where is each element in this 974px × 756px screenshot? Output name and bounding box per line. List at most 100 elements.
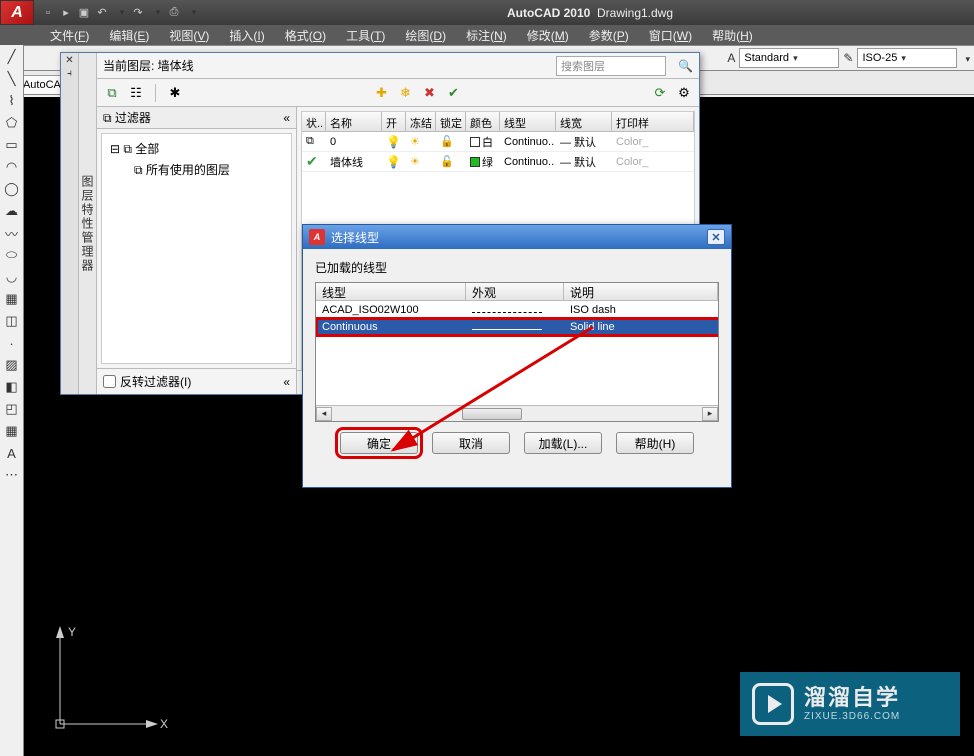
hatch-icon[interactable]: ▨ — [2, 355, 22, 375]
filter-tree[interactable]: ⊟ ⧉ 全部 ⧉ 所有使用的图层 — [101, 133, 292, 364]
arc-icon[interactable]: ◠ — [2, 157, 22, 177]
layer-row[interactable]: ⧉0💡☀🔓 白Continuo...— 默认Color_ — [302, 132, 694, 152]
layer-col-header[interactable]: 颜色 — [466, 112, 500, 131]
scroll-right-icon[interactable]: ▸ — [702, 407, 718, 421]
qat-undo-icon[interactable]: ↶ — [94, 5, 110, 21]
spline-icon[interactable]: 〰 — [2, 223, 22, 243]
app-logo[interactable]: A — [0, 0, 34, 25]
rectangle-icon[interactable]: ▭ — [2, 135, 22, 155]
cancel-button[interactable]: 取消 — [432, 432, 510, 454]
watermark-play-icon — [752, 683, 794, 725]
menu-f[interactable]: 文件(F) — [40, 25, 99, 46]
loaded-linetypes-label: 已加载的线型 — [315, 259, 719, 276]
dimstyle-icon[interactable]: ✎ — [843, 51, 853, 65]
mtext-icon[interactable]: A — [2, 443, 22, 463]
linetype-row[interactable]: ACAD_ISO02W100ISO dash — [316, 301, 718, 318]
new-filter-icon[interactable]: ✱ — [166, 84, 184, 102]
menu-o[interactable]: 格式(O) — [275, 25, 336, 46]
insert-icon[interactable]: ▦ — [2, 289, 22, 309]
xline-icon[interactable]: ╲ — [2, 69, 22, 89]
qat-print-icon[interactable]: ⎙ — [166, 5, 182, 21]
layer-states-icon[interactable]: ☷ — [127, 84, 145, 102]
menu-m[interactable]: 修改(M) — [517, 25, 579, 46]
layer-col-header[interactable]: 名称 — [326, 112, 382, 131]
more-icon[interactable]: ⋯ — [2, 465, 22, 485]
polygon-icon[interactable]: ⬠ — [2, 113, 22, 133]
list-hscrollbar[interactable]: ◂ ▸ — [316, 405, 718, 421]
set-current-icon[interactable]: ✔ — [445, 84, 463, 102]
filter-collapse-icon[interactable]: « — [283, 111, 290, 125]
filter-collapse2-icon[interactable]: « — [283, 375, 290, 389]
qat-redo-dd[interactable] — [148, 5, 164, 21]
ok-button[interactable]: 确定 — [340, 432, 418, 454]
qat-open-icon[interactable]: ▸ — [58, 5, 74, 21]
draw-toolbar: ╱ ╲ ⌇ ⬠ ▭ ◠ ◯ ☁ 〰 ⬭ ◡ ▦ ◫ · ▨ ◧ ◰ ▦ A ⋯ — [0, 45, 24, 756]
menu-d[interactable]: 绘图(D) — [395, 25, 456, 46]
scroll-thumb[interactable] — [462, 408, 522, 420]
invert-filter-label: 反转过滤器(I) — [120, 373, 191, 390]
load-button[interactable]: 加载(L)... — [524, 432, 602, 454]
linetype-list[interactable]: 线型外观说明 ACAD_ISO02W100ISO dashContinuousS… — [315, 282, 719, 422]
layer-search-input[interactable]: 搜索图层 — [556, 56, 666, 76]
ellipsearc-icon[interactable]: ◡ — [2, 267, 22, 287]
menu-e[interactable]: 编辑(E) — [99, 25, 159, 46]
block-icon[interactable]: ◫ — [2, 311, 22, 331]
tool-row-more[interactable] — [961, 51, 970, 65]
layer-col-header[interactable]: 状.. — [302, 112, 326, 131]
palette-close-icon[interactable]: ✕ — [65, 55, 73, 66]
new-layer-icon[interactable]: ⧉ — [103, 84, 121, 102]
dialog-close-icon[interactable]: ✕ — [707, 229, 725, 245]
palette-close-bar: ✕ ⫞ — [61, 53, 79, 394]
style-a-icon[interactable]: A — [727, 51, 735, 65]
ellipse-icon[interactable]: ⬭ — [2, 245, 22, 265]
point-icon[interactable]: · — [2, 333, 22, 353]
qat-undo-dd[interactable] — [112, 5, 128, 21]
help-button[interactable]: 帮助(H) — [616, 432, 694, 454]
polyline-icon[interactable]: ⌇ — [2, 91, 22, 111]
dialog-title: 选择线型 — [331, 229, 379, 246]
qat-redo-icon[interactable]: ↷ — [130, 5, 146, 21]
menu-p[interactable]: 参数(P) — [579, 25, 639, 46]
delete-layer-icon[interactable]: ✖ — [421, 84, 439, 102]
menu-n[interactable]: 标注(N) — [456, 25, 517, 46]
settings-icon[interactable]: ⚙ — [675, 84, 693, 102]
layer-col-header[interactable]: 线型 — [500, 112, 556, 131]
qat-new-icon[interactable]: ▫ — [40, 5, 56, 21]
refresh-icon[interactable]: ⟳ — [651, 84, 669, 102]
menu-w[interactable]: 窗口(W) — [639, 25, 702, 46]
menu-t[interactable]: 工具(T) — [336, 25, 395, 46]
palette-pin-icon[interactable]: ⫞ — [67, 68, 72, 79]
dim-style-dropdown[interactable]: ISO-25 — [857, 48, 957, 68]
layer-col-header[interactable]: 线宽 — [556, 112, 612, 131]
layer-col-header[interactable]: 锁定 — [436, 112, 466, 131]
qat-more[interactable] — [184, 5, 200, 21]
menu-v[interactable]: 视图(V) — [159, 25, 219, 46]
palette-handle[interactable]: 图层特性管理器 — [79, 53, 97, 394]
ucs-icon: Y X — [40, 614, 170, 744]
layer-col-header[interactable]: 开 — [382, 112, 406, 131]
line-icon[interactable]: ╱ — [2, 47, 22, 67]
revcloud-icon[interactable]: ☁ — [2, 201, 22, 221]
gradient-icon[interactable]: ◧ — [2, 377, 22, 397]
new-layer2-icon[interactable]: ✚ — [373, 84, 391, 102]
menu-h[interactable]: 帮助(H) — [702, 25, 763, 46]
linetype-row[interactable]: ContinuousSolid line — [316, 318, 718, 335]
linetype-col-header[interactable]: 外观 — [466, 283, 564, 300]
search-icon[interactable]: 🔍 — [678, 59, 693, 73]
linetype-col-header[interactable]: 说明 — [564, 283, 718, 300]
text-style-dropdown[interactable]: Standard — [739, 48, 839, 68]
layer-col-header[interactable]: 冻结 — [406, 112, 436, 131]
region-icon[interactable]: ◰ — [2, 399, 22, 419]
freeze-layer-icon[interactable]: ❄ — [397, 84, 415, 102]
layer-col-header[interactable]: 打印样 — [612, 112, 694, 131]
invert-filter-checkbox[interactable] — [103, 375, 116, 388]
dialog-titlebar[interactable]: A 选择线型 ✕ — [303, 225, 731, 249]
layer-row[interactable]: ✔墙体线💡☀🔓 绿Continuo...— 默认Color_ — [302, 152, 694, 172]
qat-save-icon[interactable]: ▣ — [76, 5, 92, 21]
table-icon[interactable]: ▦ — [2, 421, 22, 441]
ucs-x-label: X — [160, 717, 168, 731]
linetype-col-header[interactable]: 线型 — [316, 283, 466, 300]
scroll-left-icon[interactable]: ◂ — [316, 407, 332, 421]
circle-icon[interactable]: ◯ — [2, 179, 22, 199]
menu-i[interactable]: 插入(I) — [219, 25, 274, 46]
